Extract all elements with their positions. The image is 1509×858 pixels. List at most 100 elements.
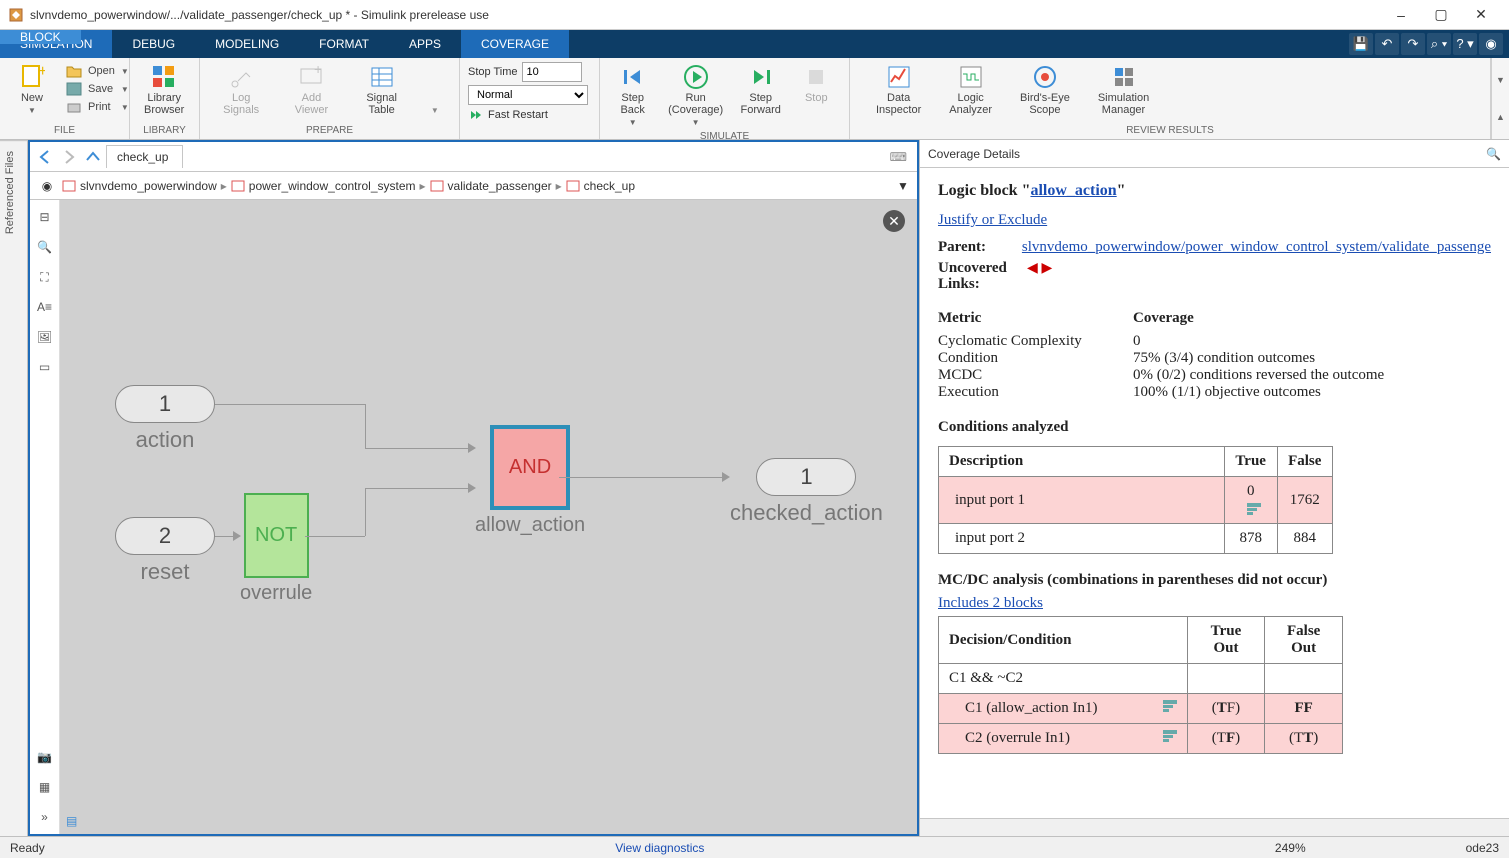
window-title: slvnvdemo_powerwindow/.../validate_passe… — [30, 8, 1381, 22]
inport-reset-label: reset — [141, 559, 190, 585]
new-button[interactable]: + New ▼ — [8, 62, 56, 117]
tab-format[interactable]: FORMAT — [299, 30, 389, 58]
arrowhead-icon — [468, 483, 476, 493]
not-block-label: overrule — [240, 582, 312, 605]
breadcrumb-item-0[interactable]: slvnvdemo_powerwindow — [62, 179, 217, 193]
screenshot-icon[interactable]: 📷 — [34, 746, 56, 768]
solver-label[interactable]: ode23 — [1466, 841, 1499, 855]
table-header: Decision/Condition — [939, 617, 1188, 664]
outport-checked-action-label: checked_action — [730, 500, 883, 526]
and-block[interactable]: AND allow_action — [475, 425, 585, 537]
toolstrip-collapse-icon[interactable]: ▲ — [1496, 112, 1505, 122]
nav-back-button[interactable] — [34, 146, 56, 168]
breadcrumb-item-3[interactable]: check_up — [566, 179, 635, 193]
sim-mode-select[interactable]: Normal — [468, 85, 588, 105]
nav-up-button[interactable] — [82, 146, 104, 168]
step-back-button[interactable]: Step Back▼ — [609, 62, 657, 129]
outport-checked-action[interactable]: 1 checked_action — [730, 458, 883, 526]
metric-name: MCDC — [938, 367, 1133, 384]
image-icon[interactable]: 🖼 — [34, 326, 56, 348]
maximize-button[interactable]: ▢ — [1421, 1, 1461, 29]
view-diagnostics-link[interactable]: View diagnostics — [615, 841, 704, 855]
breadcrumb-dropdown[interactable]: ▼ — [895, 178, 911, 194]
print-button[interactable]: Print▼ — [60, 98, 135, 116]
breadcrumb-item-1[interactable]: power_window_control_system — [231, 179, 416, 193]
svg-text:+: + — [38, 64, 45, 80]
parent-link[interactable]: slvnvdemo_powerwindow/power_window_contr… — [1022, 239, 1491, 255]
toolstrip-dropdown[interactable]: ▼ — [1496, 75, 1505, 85]
canvas-tab[interactable]: check_up — [106, 145, 183, 168]
coverage-details-body[interactable]: Logic block "allow_action" Justify or Ex… — [920, 168, 1509, 818]
expand-icon[interactable]: ◉ — [1479, 33, 1503, 55]
canvas-badge-icon[interactable]: ▤ — [66, 814, 77, 828]
library-icon — [151, 64, 177, 90]
metric-header: Metric — [938, 310, 1133, 327]
app-icon — [8, 7, 24, 23]
quick-access-toolbar: 💾 ↶ ↷ ⌕ ▾ ? ▾ ◉ — [1343, 30, 1509, 58]
rect-icon[interactable]: ▭ — [34, 356, 56, 378]
table-row: C1 (allow_action In1) (TF) FF — [939, 694, 1343, 724]
outline-icon[interactable]: ▦ — [34, 776, 56, 798]
uncovered-prev-icon[interactable]: ◀ — [1027, 261, 1038, 276]
tab-block[interactable]: BLOCK — [0, 30, 81, 44]
signal-table-button[interactable]: Signal Table — [358, 62, 406, 118]
logic-analyzer-button[interactable]: Logic Analyzer — [943, 62, 998, 118]
filter-icon[interactable] — [1163, 700, 1177, 712]
diagram-canvas[interactable]: ✕ 1 action 2 reset NOT overrule — [60, 200, 917, 834]
run-coverage-button[interactable]: Run (Coverage)▼ — [662, 62, 729, 129]
nav-forward-button[interactable] — [58, 146, 80, 168]
hide-browser-icon[interactable]: ⊟ — [34, 206, 56, 228]
add-viewer-button[interactable]: +Add Viewer — [287, 62, 335, 118]
tab-apps[interactable]: APPS — [389, 30, 461, 58]
filter-icon[interactable] — [1247, 503, 1261, 515]
help-icon[interactable]: ? ▾ — [1453, 33, 1477, 55]
hscrollbar[interactable] — [920, 818, 1509, 836]
annotate-icon[interactable]: A≡ — [34, 296, 56, 318]
not-block[interactable]: NOT overrule — [240, 493, 312, 605]
close-overlay-icon[interactable]: ✕ — [883, 210, 905, 232]
birds-eye-scope-button[interactable]: Bird's-Eye Scope — [1014, 62, 1076, 118]
step-forward-button[interactable]: Step Forward — [735, 62, 787, 118]
table-row: C2 (overrule In1) (TF) (TT) — [939, 724, 1343, 754]
data-inspector-button[interactable]: Data Inspector — [870, 62, 927, 118]
allow-action-link[interactable]: allow_action — [1030, 182, 1116, 199]
uncovered-next-icon[interactable]: ▶ — [1042, 261, 1053, 276]
tab-modeling[interactable]: MODELING — [195, 30, 299, 58]
new-icon: + — [19, 64, 45, 90]
wire — [305, 536, 365, 537]
magnify-icon[interactable]: 🔍 — [1486, 147, 1501, 161]
save-icon[interactable]: 💾 — [1349, 33, 1373, 55]
undo-icon[interactable]: ↶ — [1375, 33, 1399, 55]
inport-action[interactable]: 1 action — [115, 385, 215, 453]
fast-restart-button[interactable]: Fast Restart — [468, 108, 591, 122]
keyboard-icon[interactable]: ⌨ — [890, 150, 907, 164]
zoom-icon[interactable]: 🔍 — [34, 236, 56, 258]
redo-icon[interactable]: ↷ — [1401, 33, 1425, 55]
close-button[interactable]: ✕ — [1461, 1, 1501, 29]
justify-exclude-link[interactable]: Justify or Exclude — [938, 212, 1047, 228]
inport-reset[interactable]: 2 reset — [115, 517, 215, 585]
referenced-files-tab[interactable]: Referenced Files — [0, 140, 27, 244]
zoom-level[interactable]: 249% — [1275, 841, 1306, 855]
open-button[interactable]: Open▼ — [60, 62, 135, 80]
tab-coverage[interactable]: COVERAGE — [461, 30, 569, 58]
log-signals-button[interactable]: Log Signals — [217, 62, 265, 118]
inport-action-label: action — [136, 427, 195, 453]
stop-button[interactable]: Stop — [792, 62, 840, 106]
tab-debug[interactable]: DEBUG — [112, 30, 195, 58]
filter-icon[interactable] — [1163, 730, 1177, 742]
minimize-button[interactable]: – — [1381, 1, 1421, 29]
save-button[interactable]: Save▼ — [60, 80, 135, 98]
prepare-dropdown[interactable]: ▼ — [428, 62, 442, 123]
expand-dock-icon[interactable]: » — [34, 806, 56, 828]
search-icon[interactable]: ⌕ ▾ — [1427, 33, 1451, 55]
simulation-manager-button[interactable]: Simulation Manager — [1092, 62, 1155, 118]
library-browser-button[interactable]: Library Browser — [138, 62, 190, 118]
breadcrumb-item-2[interactable]: validate_passenger — [430, 179, 552, 193]
stop-time-input[interactable] — [522, 62, 582, 82]
svg-text:+: + — [314, 64, 322, 77]
fit-icon[interactable]: ⛶ — [34, 266, 56, 288]
includes-blocks-link[interactable]: Includes 2 blocks — [938, 595, 1043, 611]
titlebar: slvnvdemo_powerwindow/.../validate_passe… — [0, 0, 1509, 30]
breadcrumb-home-icon[interactable]: ◉ — [36, 175, 58, 197]
